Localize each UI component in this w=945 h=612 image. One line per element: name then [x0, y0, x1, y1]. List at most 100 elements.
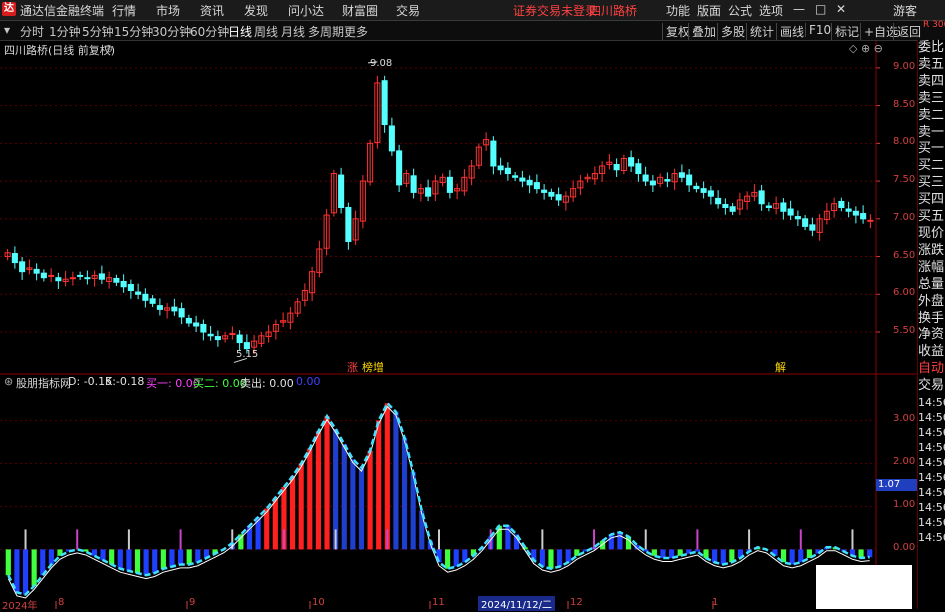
indicator-name: 股朋指标网	[16, 377, 71, 390]
mode-0[interactable]: 自动	[918, 361, 945, 378]
stats-button[interactable]: 统计	[746, 23, 777, 40]
x-label-jan: 1	[712, 597, 719, 608]
candle-body-73	[533, 182, 540, 190]
candle-body-86	[628, 157, 635, 167]
f10-button[interactable]: F10	[805, 23, 834, 37]
period-daily[interactable]: 日线	[228, 23, 252, 40]
side-item-2[interactable]: 卖四	[918, 74, 945, 91]
menu-quotes[interactable]: 行情	[112, 2, 136, 19]
side-item-12[interactable]: 涨跌	[918, 243, 945, 260]
osc-tick-label-1: 1.00	[893, 499, 916, 511]
candle-body-119	[867, 219, 874, 222]
mark-button[interactable]: 标记	[831, 23, 862, 40]
price-tick-label-4: 7.50	[893, 174, 916, 186]
menu-trade[interactable]: 交易	[396, 2, 420, 19]
period-5min[interactable]: 5分钟	[82, 23, 114, 40]
rank-label: R 300	[923, 20, 945, 30]
period-weekly[interactable]: 周线	[254, 23, 278, 40]
indicator-settings-icon[interactable]: ⊛	[4, 375, 13, 388]
trade-time-4: 14:56	[918, 456, 945, 470]
chart-settings-icon[interactable]: ⊛	[104, 42, 113, 55]
candle-body-75	[548, 191, 555, 197]
mode-1[interactable]: 交易	[918, 378, 945, 395]
candle-body-108	[787, 208, 794, 216]
candle-body-88	[642, 174, 649, 182]
candle-body-52	[381, 80, 388, 125]
watermark-box	[816, 565, 912, 609]
side-item-16[interactable]: 换手	[918, 311, 945, 328]
period-multi[interactable]: 多周期	[308, 23, 344, 40]
side-item-9[interactable]: 买四	[918, 192, 945, 209]
multi-stock-button[interactable]: 多股	[717, 23, 748, 40]
price-chart-area[interactable]	[0, 41, 917, 609]
side-item-13[interactable]: 涨幅	[918, 260, 945, 277]
candle-body-33	[243, 342, 250, 350]
candle-body-98	[715, 197, 722, 205]
period-1min[interactable]: 1分钟	[49, 23, 81, 40]
menu-function[interactable]: 功能	[666, 2, 690, 19]
overlay-button[interactable]: 叠加	[688, 23, 719, 40]
x-label-year: 2024年	[2, 601, 38, 612]
period-15min[interactable]: 15分钟	[114, 23, 153, 40]
side-item-7[interactable]: 买二	[918, 158, 945, 175]
side-item-11[interactable]: 现价	[918, 226, 945, 243]
back-button[interactable]: 返回	[893, 23, 924, 40]
marker-up: 涨	[347, 361, 358, 374]
candle-body-1	[11, 253, 18, 264]
close-icon[interactable]: ✕	[836, 2, 846, 16]
side-item-10[interactable]: 买五	[918, 209, 945, 226]
login-notice[interactable]: 证券交易未登录	[513, 2, 597, 19]
menu-market[interactable]: 市场	[156, 2, 180, 19]
price-tick-label-3: 7.00	[893, 211, 916, 223]
side-item-3[interactable]: 卖三	[918, 91, 945, 108]
menu-discover[interactable]: 发现	[244, 2, 268, 19]
candle-body-67	[490, 140, 497, 167]
price-tick-label-2: 6.50	[893, 249, 916, 261]
chart-corner-icons[interactable]: ◇ ⊕ ⊖	[849, 42, 883, 55]
candle-body-104	[758, 190, 765, 205]
menu-wealth[interactable]: 财富圈	[342, 2, 378, 19]
candle-body-76	[555, 194, 562, 201]
period-timeshare[interactable]: 分时	[20, 23, 44, 40]
candle-body-87	[635, 163, 642, 175]
minimize-icon[interactable]: —	[793, 2, 805, 16]
period-monthly[interactable]: 月线	[281, 23, 305, 40]
guest-label[interactable]: 游客	[893, 2, 917, 19]
draw-line-button[interactable]: 画线	[776, 23, 807, 40]
menu-layout[interactable]: 版面	[697, 2, 721, 19]
trade-time-9: 14:56	[918, 531, 945, 545]
marker-rank: 榜增	[362, 361, 384, 374]
candle-body-74	[541, 189, 548, 193]
price-tick-label-1: 6.00	[893, 287, 916, 299]
marker-unlock: 解	[775, 361, 786, 374]
side-item-17[interactable]: 净资	[918, 327, 945, 344]
price-tick-label-0: 5.50	[893, 325, 916, 337]
side-item-15[interactable]: 外盘	[918, 294, 945, 311]
menu-formula[interactable]: 公式	[728, 2, 752, 19]
side-item-0[interactable]: 委比	[918, 40, 945, 57]
side-item-4[interactable]: 卖二	[918, 108, 945, 125]
period-menu-icon[interactable]: ▾	[4, 23, 10, 37]
x-label-oct: 10	[312, 597, 325, 608]
menu-options[interactable]: 选项	[759, 2, 783, 19]
maximize-icon[interactable]: □	[815, 2, 826, 16]
side-item-18[interactable]: 收益	[918, 344, 945, 361]
candle-body-54	[396, 150, 403, 186]
period-more[interactable]: 更多	[344, 23, 368, 40]
app-title: 通达信金融终端	[20, 4, 105, 18]
side-item-8[interactable]: 买三	[918, 175, 945, 192]
candle-body-23	[171, 306, 178, 312]
side-item-1[interactable]: 卖五	[918, 57, 945, 74]
candle-body-15	[113, 277, 120, 283]
candle-body-26	[193, 322, 200, 327]
candle-body-18	[135, 291, 142, 295]
candle-body-93	[678, 172, 685, 178]
menu-ask[interactable]: 问小达	[288, 2, 324, 19]
side-item-14[interactable]: 总量	[918, 277, 945, 294]
period-60min[interactable]: 60分钟	[190, 23, 229, 40]
period-30min[interactable]: 30分钟	[152, 23, 191, 40]
menu-news[interactable]: 资讯	[200, 2, 224, 19]
candle-body-46	[338, 174, 345, 209]
side-item-5[interactable]: 卖一	[918, 125, 945, 142]
side-item-6[interactable]: 买一	[918, 141, 945, 158]
